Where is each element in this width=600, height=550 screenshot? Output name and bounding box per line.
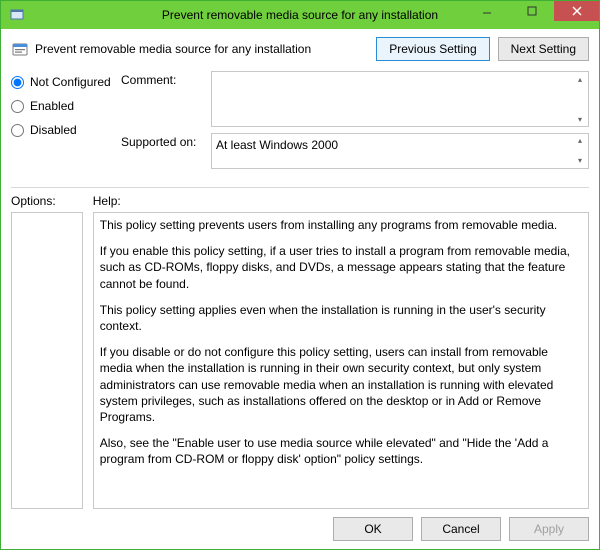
policy-editor-window: Prevent removable media source for any i… — [0, 0, 600, 550]
radio-disabled-label: Disabled — [30, 123, 77, 137]
fields: Comment: ▴ ▾ Supported on: At least Wind… — [121, 71, 589, 175]
minimize-button[interactable] — [464, 1, 509, 21]
previous-setting-button[interactable]: Previous Setting — [376, 37, 489, 61]
radio-not-configured-input[interactable] — [11, 76, 24, 89]
radio-enabled[interactable]: Enabled — [11, 99, 121, 113]
options-box[interactable] — [11, 212, 83, 509]
ok-button[interactable]: OK — [333, 517, 413, 541]
next-setting-button[interactable]: Next Setting — [498, 37, 589, 61]
policy-icon — [11, 40, 29, 58]
apply-button[interactable]: Apply — [509, 517, 589, 541]
scroll-up-icon[interactable]: ▴ — [572, 72, 588, 86]
comment-input[interactable]: ▴ ▾ — [211, 71, 589, 127]
supported-box: At least Windows 2000 ▴ ▾ — [211, 133, 589, 169]
state-radios: Not Configured Enabled Disabled — [11, 71, 121, 175]
radio-disabled-input[interactable] — [11, 124, 24, 137]
help-paragraph: This policy setting prevents users from … — [100, 217, 582, 233]
scroll-up-icon[interactable]: ▴ — [572, 134, 588, 148]
supported-row: Supported on: At least Windows 2000 ▴ ▾ — [121, 133, 589, 169]
maximize-button[interactable] — [509, 1, 554, 21]
scroll-down-icon[interactable]: ▾ — [572, 154, 588, 168]
comment-label: Comment: — [121, 71, 211, 127]
scroll-down-icon[interactable]: ▾ — [572, 112, 588, 126]
header-row: Prevent removable media source for any i… — [11, 37, 589, 61]
footer-buttons: OK Cancel Apply — [11, 509, 589, 541]
comment-row: Comment: ▴ ▾ — [121, 71, 589, 127]
help-label: Help: — [93, 194, 589, 208]
app-icon — [9, 7, 25, 23]
cancel-button[interactable]: Cancel — [421, 517, 501, 541]
help-paragraph: If you disable or do not configure this … — [100, 344, 582, 425]
titlebar[interactable]: Prevent removable media source for any i… — [1, 1, 599, 29]
divider — [11, 187, 589, 188]
policy-title: Prevent removable media source for any i… — [35, 42, 311, 56]
help-box[interactable]: This policy setting prevents users from … — [93, 212, 589, 509]
settings-row: Not Configured Enabled Disabled Comment:… — [11, 71, 589, 175]
help-pane: Help: This policy setting prevents users… — [93, 194, 589, 509]
supported-value: At least Windows 2000 — [216, 138, 338, 152]
radio-enabled-label: Enabled — [30, 99, 74, 113]
panes: Options: Help: This policy setting preve… — [11, 194, 589, 509]
help-paragraph: This policy setting applies even when th… — [100, 302, 582, 334]
radio-enabled-input[interactable] — [11, 100, 24, 113]
options-pane: Options: — [11, 194, 83, 509]
help-paragraph: If you enable this policy setting, if a … — [100, 243, 582, 292]
radio-not-configured[interactable]: Not Configured — [11, 75, 121, 89]
window-controls — [464, 1, 599, 29]
radio-not-configured-label: Not Configured — [30, 75, 111, 89]
supported-label: Supported on: — [121, 133, 211, 169]
options-label: Options: — [11, 194, 83, 208]
help-paragraph: Also, see the "Enable user to use media … — [100, 435, 582, 467]
nav-buttons: Previous Setting Next Setting — [376, 37, 589, 61]
radio-disabled[interactable]: Disabled — [11, 123, 121, 137]
close-button[interactable] — [554, 1, 599, 21]
client-area: Prevent removable media source for any i… — [1, 29, 599, 549]
